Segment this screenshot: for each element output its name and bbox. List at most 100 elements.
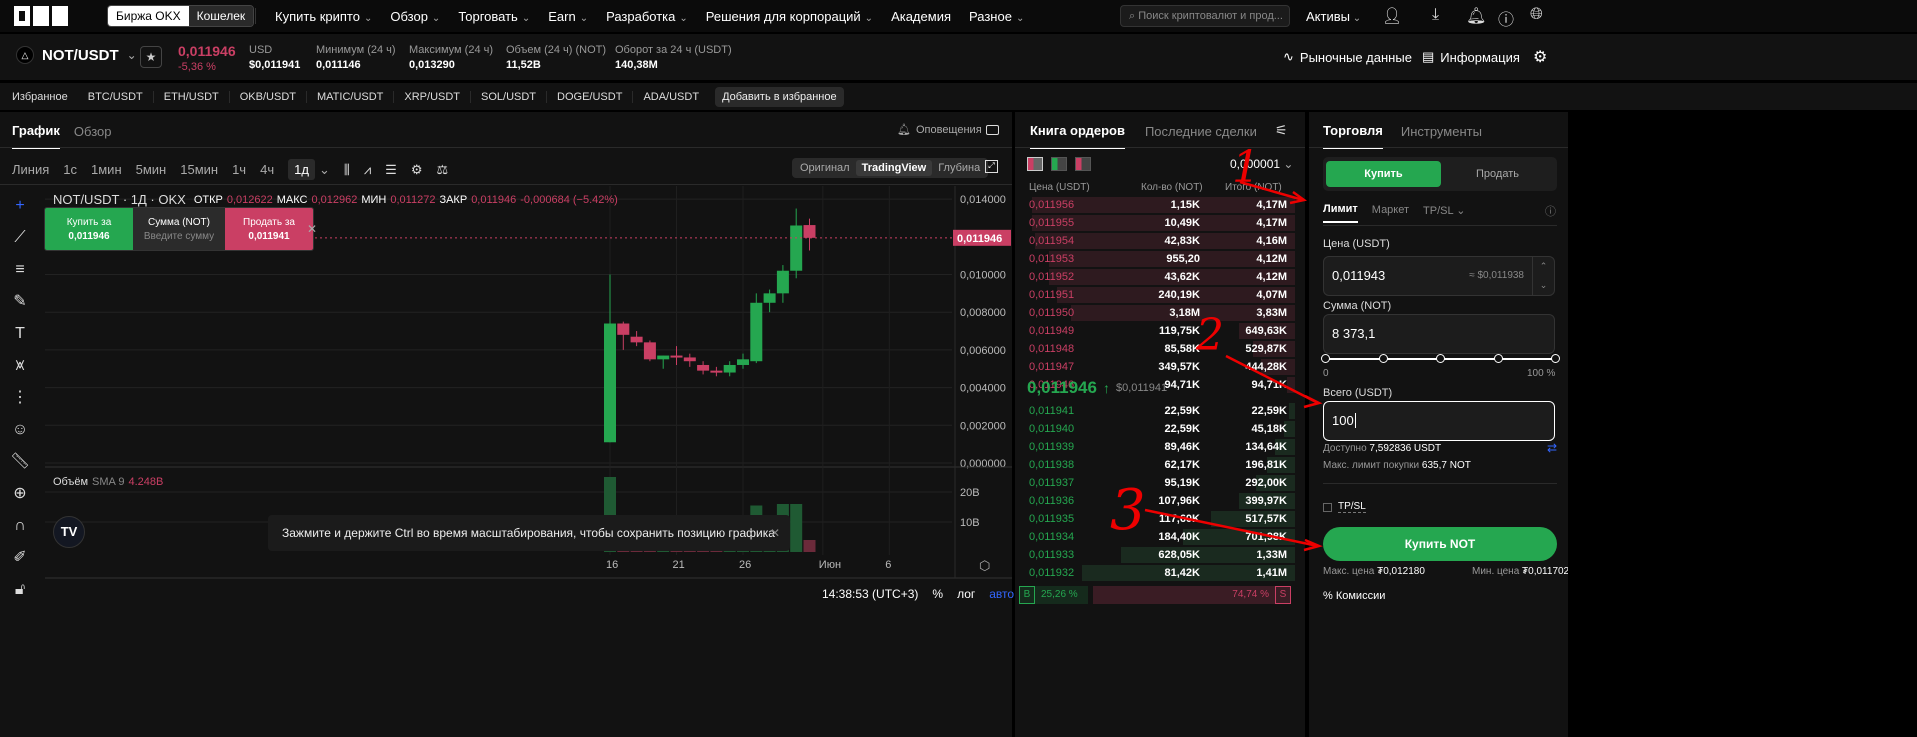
slider-step[interactable] — [1321, 354, 1330, 363]
quick-amount-input[interactable]: Сумма (NOT) Введите сумму — [133, 208, 225, 250]
row-qty: 42,83K — [1164, 235, 1200, 247]
bid-row[interactable]: 0,011941 22,59K 22,59K — [1015, 402, 1295, 420]
quick-trade-widget: Купить за 0,011946 Сумма (NOT) Введите сум… — [44, 207, 314, 251]
buy-not-button[interactable]: Купить NOT — [1323, 527, 1557, 561]
ask-row[interactable]: 0,011955 10,49K 4,17M — [1015, 214, 1295, 232]
row-qty: 43,62K — [1164, 271, 1200, 283]
total-input[interactable]: 100 — [1323, 401, 1555, 441]
slider-step[interactable] — [1493, 354, 1503, 363]
bid-row[interactable]: 0,011940 22,59K 45,18K — [1015, 420, 1295, 438]
candle-body — [670, 355, 683, 358]
ask-row[interactable]: 0,011956 1,15K 4,17M — [1015, 196, 1295, 214]
assets-menu[interactable]: Активы ⌄ — [1306, 9, 1361, 24]
row-price: 0,011933 — [1029, 549, 1075, 561]
both-sides-view-icon[interactable] — [1027, 157, 1043, 171]
log-toggle[interactable]: лог — [957, 587, 975, 601]
sell-side-button[interactable]: Продать — [1441, 168, 1554, 180]
percent-toggle[interactable]: % — [932, 587, 943, 601]
user-icon[interactable]: 👤︎ — [1382, 6, 1402, 26]
time-tick-label: 6 — [885, 559, 891, 571]
quick-buy-price: 0,011946 — [68, 231, 110, 242]
legend-change: -0,000684 (−5.42%) — [520, 193, 618, 206]
row-price: 0,011956 — [1029, 199, 1075, 211]
close-icon[interactable]: ✕ — [770, 515, 780, 551]
time-tick-label: 26 — [739, 559, 751, 571]
help-icon[interactable]: ⓘ — [1545, 203, 1556, 219]
bid-row[interactable]: 0,011933 628,05K 1,33M — [1015, 546, 1295, 564]
slider-step[interactable] — [1551, 354, 1560, 363]
amount-input[interactable]: 8 373,1 — [1323, 314, 1555, 354]
legend-label: МИН — [361, 193, 387, 206]
row-total: 444,28K — [1245, 361, 1287, 373]
download-icon[interactable]: ⤓ — [1432, 6, 1439, 24]
tab-order-book[interactable]: Книга ордеров — [1030, 123, 1125, 149]
bid-row[interactable]: 0,011935 117,60K 517,57K — [1015, 510, 1295, 528]
asks-view-icon[interactable] — [1075, 157, 1091, 171]
divider — [1015, 147, 1305, 148]
help-icon[interactable]: ⓘ — [1498, 6, 1514, 30]
price-stepper[interactable]: ⌃ ⌄ — [1532, 257, 1554, 295]
tpsl-checkbox[interactable]: TP/SL — [1323, 501, 1366, 513]
ask-row[interactable]: 0,011947 349,57K 444,28K — [1015, 358, 1295, 376]
search-input[interactable]: ⌕ Поиск криптовалют и прод... — [1120, 5, 1290, 27]
tab-trading[interactable]: Торговля — [1323, 123, 1383, 149]
bid-row[interactable]: 0,011938 62,17K 196,81K — [1015, 456, 1295, 474]
order-type-limit[interactable]: Лимит — [1323, 203, 1358, 223]
ask-row[interactable]: 0,011951 240,19K 4,07M — [1015, 286, 1295, 304]
price-tick-label: 0,000000 — [960, 458, 1006, 470]
slider-step[interactable] — [1436, 354, 1445, 363]
row-total: 4,16M — [1256, 235, 1287, 247]
row-total: 4,17M — [1256, 217, 1287, 229]
empty-area — [1568, 112, 1917, 737]
globe-icon[interactable]: 🌐︎ — [1530, 6, 1543, 24]
bid-row[interactable]: 0,011932 81,42K 1,41M — [1015, 564, 1295, 582]
bids-view-icon[interactable] — [1051, 157, 1067, 171]
price-tick-label: 0,014000 — [960, 194, 1006, 206]
candlestick-chart[interactable]: 0,014000 0,010000 0,008000 0,006000 0,004000… — [0, 0, 1012, 737]
row-total: 4,07M — [1256, 289, 1287, 301]
sliders-icon[interactable]: ⚟ — [1275, 122, 1288, 139]
chart-settings-icon[interactable]: ⬡ — [979, 558, 990, 574]
settings-gear-icon[interactable]: ⚙ — [1533, 47, 1547, 67]
transfer-icon[interactable]: ⇄ — [1547, 441, 1557, 455]
auto-toggle[interactable]: авто — [989, 587, 1014, 601]
price-input[interactable]: 0,011943 ≈ $0,011938 ⌃ ⌄ — [1323, 256, 1555, 296]
quick-buy-button[interactable]: Купить за 0,011946 — [45, 208, 133, 250]
market-data-button[interactable]: ∿ Рыночные данные — [1283, 49, 1412, 65]
ask-row[interactable]: 0,011949 119,75K 649,63K — [1015, 322, 1295, 340]
tooltip-text: Зажмите и держите Ctrl во время масштаби… — [282, 526, 775, 540]
order-type-tpsl[interactable]: TP/SL ⌄ — [1423, 204, 1465, 223]
tab-tools[interactable]: Инструменты — [1401, 124, 1482, 148]
ask-row[interactable]: 0,011952 43,62K 4,12M — [1015, 268, 1295, 286]
annotation-3: 3 — [1110, 478, 1146, 543]
row-qty: 184,40K — [1158, 531, 1200, 543]
slider-step[interactable] — [1378, 354, 1388, 363]
bell-icon[interactable]: 🔔︎ — [1466, 6, 1486, 26]
pulse-icon: ∿ — [1283, 49, 1294, 64]
row-qty: 81,42K — [1164, 567, 1200, 579]
tradingview-logo[interactable]: TV — [53, 516, 85, 548]
ask-row[interactable]: 0,011950 3,18M 3,83M — [1015, 304, 1295, 322]
ask-row[interactable]: 0,011948 85,58K 529,87K — [1015, 340, 1295, 358]
max-price: Макс. цена ₮0,012180 — [1323, 566, 1425, 577]
order-type-market[interactable]: Маркет — [1372, 204, 1409, 222]
close-icon[interactable]: ✕ — [307, 222, 317, 236]
annotation-1: 1 — [1232, 142, 1260, 193]
ask-row[interactable]: 0,011953 955,20 4,12M — [1015, 250, 1295, 268]
row-price: 0,011949 — [1029, 325, 1075, 337]
ask-row[interactable]: 0,011954 42,83K 4,16M — [1015, 232, 1295, 250]
info-button[interactable]: ▤ Информация — [1422, 49, 1520, 65]
max-buy-value: 635,7 NOT — [1421, 460, 1471, 471]
buy-side-button[interactable]: Купить — [1326, 161, 1441, 187]
row-total: 4,12M — [1256, 253, 1287, 265]
amount-label: Сумма (NOT) — [1323, 300, 1392, 312]
quick-sell-button[interactable]: Продать за 0,011941 — [225, 208, 313, 250]
bid-row[interactable]: 0,011936 107,96K 399,97K — [1015, 492, 1295, 510]
bid-row[interactable]: 0,011934 184,40K 701,98K — [1015, 528, 1295, 546]
checkbox[interactable] — [1323, 502, 1332, 512]
bid-row[interactable]: 0,011939 89,46K 134,64K — [1015, 438, 1295, 456]
legend-label: ЗАКР — [439, 193, 468, 206]
buy-sell-ratio: B 25,26 % 74,74 % S — [1019, 586, 1291, 604]
fees-link[interactable]: % Комиссии — [1323, 590, 1385, 602]
bid-row[interactable]: 0,011937 95,19K 292,00K — [1015, 474, 1295, 492]
